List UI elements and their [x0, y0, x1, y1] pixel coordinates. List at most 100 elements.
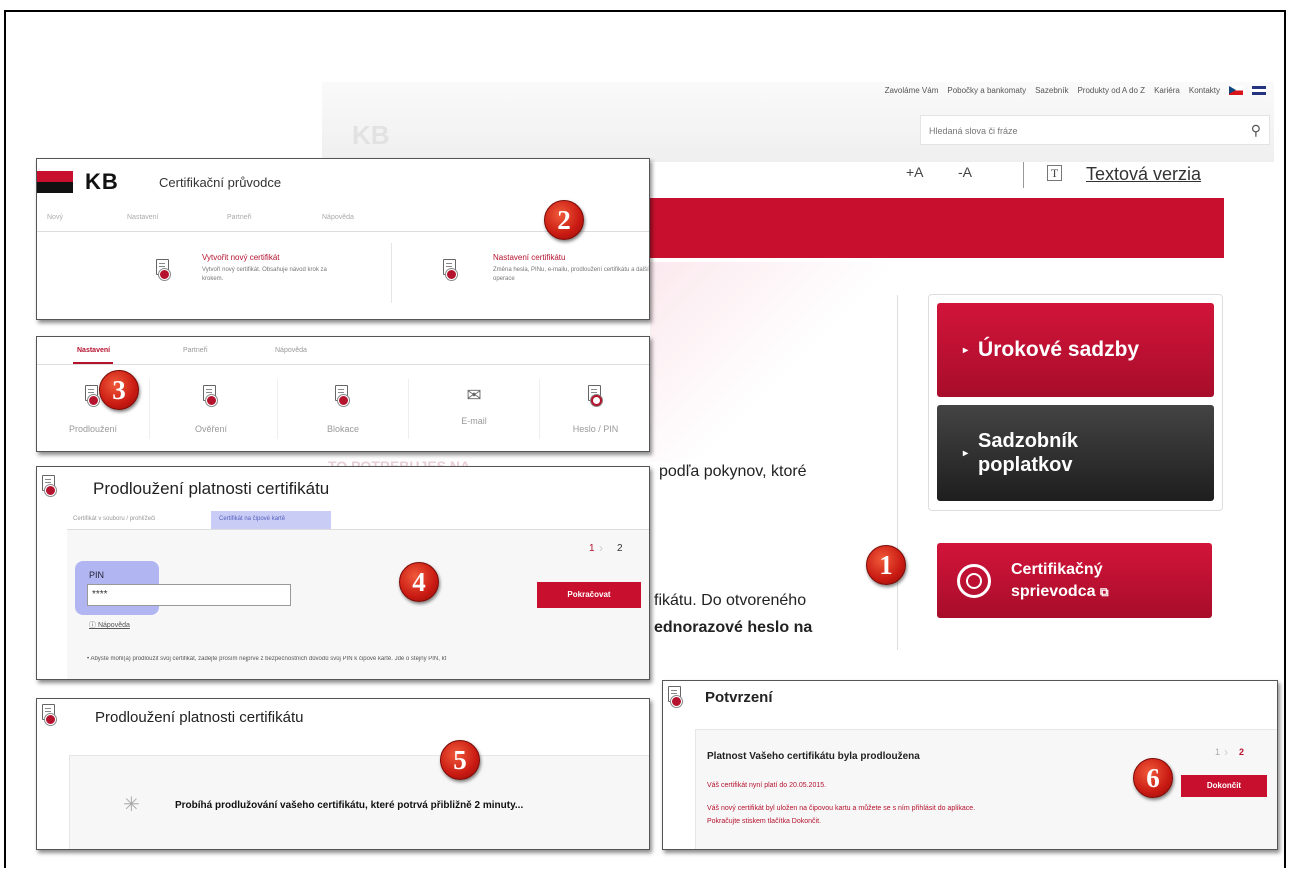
- password-pin-label: Heslo / PIN: [572, 424, 619, 434]
- help-label: Nápověda: [97, 622, 130, 629]
- top-link-call[interactable]: Zavoláme Vám: [885, 86, 939, 95]
- search-input[interactable]: Hledaná slova či fráze ⚲: [920, 115, 1270, 145]
- help-link[interactable]: ⓘ Nápověda: [89, 620, 130, 630]
- kb-logo: KB: [85, 169, 119, 194]
- tab-partners[interactable]: Partneři: [227, 214, 322, 221]
- step-current: 1: [589, 543, 595, 554]
- kb-logo-mark: [37, 171, 73, 193]
- zoom-out-icon[interactable]: -A: [958, 164, 972, 180]
- certificate-icon: [41, 475, 59, 502]
- website-button-box: ▸ Úrokové sadzby ▸ Sadzobník poplatkov: [928, 294, 1223, 511]
- certificate-guide-label: Certifikačný sprievodca ⧉: [1011, 559, 1109, 603]
- czech-flag-icon[interactable]: [1229, 86, 1243, 95]
- arrow-icon: ▸: [963, 447, 969, 459]
- fees-label-line2: poplatkov: [978, 454, 1073, 476]
- certificate-new-icon: [155, 259, 173, 281]
- email-item[interactable]: ✉ E-mail: [409, 367, 539, 451]
- tab-help[interactable]: Nápověda: [275, 347, 307, 354]
- top-link-branches[interactable]: Pobočky a bankomaty: [947, 86, 1026, 95]
- tab-chip-card-certificate[interactable]: Certifikát na čipové kartě: [211, 511, 331, 529]
- rates-button[interactable]: ▸ Úrokové sadzby: [937, 303, 1214, 397]
- certificate-seal-icon: [957, 563, 991, 598]
- website-hero-image: [650, 262, 900, 462]
- website-text-line: ednorazové heslo na: [654, 619, 813, 636]
- pin-note: • Abyste mohl(a) prodloužit svůj certifi…: [87, 656, 447, 662]
- new-certificate-item[interactable]: [155, 259, 173, 286]
- verify-item[interactable]: Ověření: [149, 367, 273, 451]
- confirmation-title: Potvrzení: [705, 689, 773, 706]
- step-chevron-icon: ›: [1224, 745, 1228, 759]
- step-marker-2: 2: [544, 200, 584, 240]
- pin-value: ****: [92, 589, 108, 600]
- zoom-in-icon[interactable]: +A: [906, 164, 924, 180]
- top-link-products[interactable]: Produkty od A do Z: [1077, 86, 1145, 95]
- extend-title: Prodloužení platnosti certifikátu: [93, 479, 330, 498]
- info-line2: Pokračujte stiskem tlačítka Dokončit.: [707, 818, 821, 825]
- info-line1: Váš nový certifikát byl uložen na čipovo…: [707, 805, 976, 812]
- accessibility-toolbar: +A -A T Textová verzia: [900, 162, 1240, 194]
- search-placeholder: Hledaná slova či fráze: [929, 126, 1018, 136]
- verify-label: Ověření: [194, 424, 227, 434]
- confirmation-panel: Potvrzení Platnost Vašeho certifikátu by…: [662, 680, 1278, 850]
- progress-title: Prodloužení platnosti certifikátu: [95, 709, 304, 726]
- step-marker-4: 4: [399, 562, 439, 602]
- search-icon[interactable]: ⚲: [1251, 122, 1261, 139]
- top-link-career[interactable]: Kariéra: [1154, 86, 1180, 95]
- wizard-title: Certifikační průvodce: [159, 175, 282, 190]
- extend-pin-panel: Prodloužení platnosti certifikátu Certif…: [36, 466, 650, 680]
- pin-label: PIN: [89, 570, 105, 580]
- top-links: Zavoláme Vám Pobočky a bankomaty Sazební…: [885, 86, 1266, 95]
- top-link-contacts[interactable]: Kontakty: [1189, 86, 1220, 95]
- extend-progress-panel: Prodloužení platnosti certifikátu ✳ Prob…: [36, 698, 650, 850]
- password-pin-item[interactable]: Heslo / PIN: [540, 367, 649, 451]
- certificate-guide-button[interactable]: Certifikačný sprievodca ⧉: [937, 543, 1212, 618]
- certificate-settings-title[interactable]: Nastavení certifikátu: [493, 253, 565, 262]
- valid-until-text: Váš certifikát nyní platí do 20.05.2015.: [707, 782, 827, 789]
- tab-file-certificate[interactable]: Certifikát v souboru / prohlížeči: [67, 511, 211, 527]
- tabs-divider: [37, 364, 649, 365]
- top-link-pricelist[interactable]: Sazebník: [1035, 86, 1068, 95]
- step-marker-5: 5: [440, 740, 480, 780]
- step-marker-6: 6: [1133, 758, 1173, 798]
- pin-note-text: Abyste mohl(a) prodloužit svůj certifiká…: [90, 656, 447, 662]
- website-divider: [897, 295, 898, 650]
- tab-settings-active[interactable]: Nastavení: [77, 347, 183, 354]
- progress-text: Probíhá prodlužování vašeho certifikátu,…: [175, 800, 524, 811]
- block-item[interactable]: Blokace: [278, 367, 408, 451]
- certificate-settings-icon: [442, 259, 460, 281]
- text-version-link[interactable]: Textová verzia: [1086, 164, 1201, 185]
- certificate-verify-icon: [202, 385, 220, 407]
- continue-button[interactable]: Pokračovat: [537, 582, 641, 608]
- external-link-icon: ⧉: [1099, 584, 1109, 599]
- new-certificate-desc: Vytvoří nový certifikát. Obsahuje návod …: [202, 267, 327, 282]
- certificate-icon: [667, 686, 685, 713]
- email-label: E-mail: [461, 416, 487, 426]
- step-marker-1: 1: [866, 545, 906, 585]
- toolbar-divider: [1023, 162, 1024, 188]
- english-flag-icon[interactable]: [1252, 86, 1266, 95]
- website-red-banner: [650, 198, 1224, 258]
- certificate-icon: [41, 704, 59, 731]
- settings-tabs: Nastavení Partneři Nápověda: [77, 347, 307, 354]
- rates-label: Úrokové sadzby: [978, 338, 1140, 361]
- extend-label: Prodloužení: [68, 424, 118, 434]
- step-first: 1: [1215, 747, 1221, 757]
- certificate-password-icon: [587, 385, 605, 407]
- pin-input[interactable]: ****: [87, 584, 291, 606]
- tab-help[interactable]: Nápověda: [322, 214, 402, 221]
- items-divider: [391, 243, 392, 303]
- fees-button[interactable]: ▸ Sadzobník poplatkov: [937, 405, 1214, 501]
- block-label: Blokace: [326, 424, 360, 434]
- step-current: 2: [1239, 747, 1245, 757]
- tab-new[interactable]: Nový: [47, 214, 127, 221]
- spinner-icon: ✳: [123, 794, 140, 816]
- tab-partners[interactable]: Partneři: [183, 347, 275, 354]
- new-certificate-title[interactable]: Vytvořit nový certifikát: [202, 253, 280, 262]
- text-version-icon: T: [1047, 165, 1062, 181]
- certificate-settings-item[interactable]: [442, 259, 460, 286]
- tab-settings[interactable]: Nastavení: [127, 214, 227, 221]
- fees-label: Sadzobník poplatkov: [978, 429, 1078, 477]
- website-text-line: fikátu. Do otvoreného: [654, 592, 807, 609]
- finish-button[interactable]: Dokončit: [1181, 775, 1267, 797]
- website-header: Zavoláme Vám Pobočky a bankomaty Sazební…: [322, 82, 1274, 162]
